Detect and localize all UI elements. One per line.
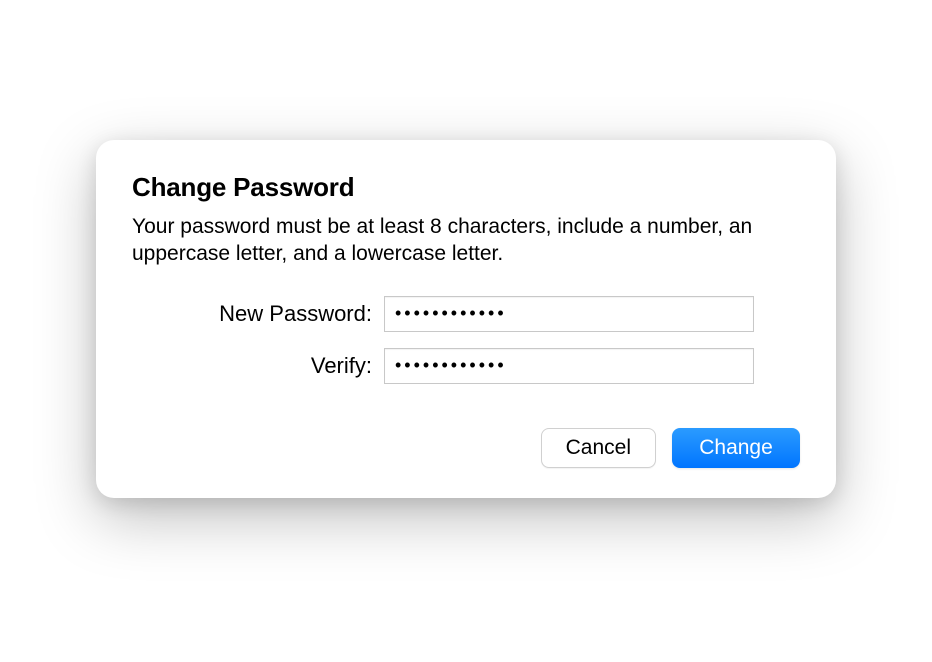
new-password-input[interactable] [384, 296, 754, 332]
new-password-label: New Password: [132, 301, 384, 327]
verify-password-input[interactable] [384, 348, 754, 384]
form-row-verify: Verify: [132, 348, 800, 384]
dialog-description: Your password must be at least 8 charact… [132, 213, 800, 268]
dialog-title: Change Password [132, 172, 800, 203]
change-password-dialog: Change Password Your password must be at… [96, 140, 836, 498]
change-button[interactable]: Change [672, 428, 800, 468]
cancel-button[interactable]: Cancel [541, 428, 656, 468]
verify-label: Verify: [132, 353, 384, 379]
dialog-button-row: Cancel Change [132, 428, 800, 468]
form-row-new-password: New Password: [132, 296, 800, 332]
